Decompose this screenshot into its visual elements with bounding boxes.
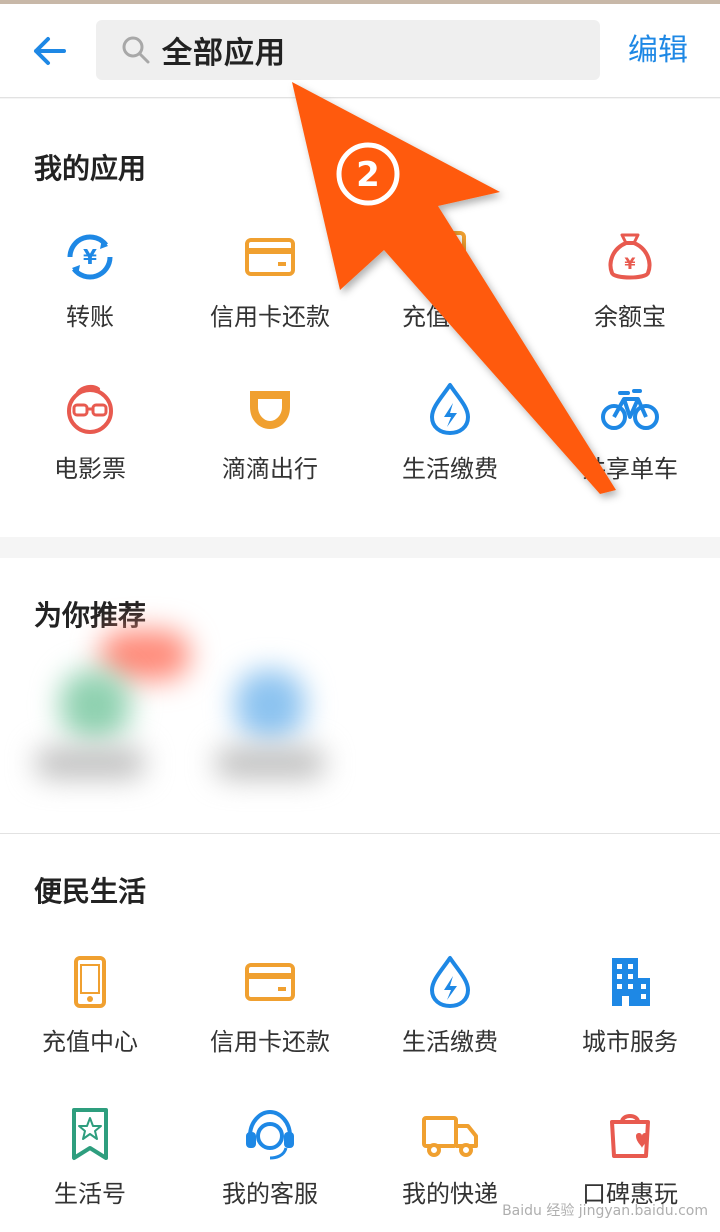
app-label: 充值中心 bbox=[42, 1028, 138, 1056]
blurred-app-icon bbox=[60, 670, 130, 740]
section-title-my-apps: 我的应用 bbox=[34, 152, 147, 185]
back-button[interactable] bbox=[24, 26, 74, 76]
search-icon bbox=[116, 30, 156, 70]
my-apps-section: 我的应用 ¥ 转账 信用卡还款 充值中心 ¥ 余额宝 电影票 滴滴出行 生活缴费… bbox=[0, 99, 720, 537]
app-label: 生活缴费 bbox=[402, 455, 498, 483]
app-item-life-account[interactable]: 生活号 bbox=[0, 1104, 180, 1232]
app-item-credit-card[interactable]: 信用卡还款 bbox=[180, 227, 360, 357]
app-label: 信用卡还款 bbox=[210, 303, 330, 331]
app-label: 城市服务 bbox=[582, 1028, 678, 1056]
header-bar: 全部应用 编辑 bbox=[0, 4, 720, 98]
app-item-credit-card-2[interactable]: 信用卡还款 bbox=[180, 952, 360, 1082]
search-input[interactable]: 全部应用 bbox=[96, 20, 600, 80]
credit-card-icon bbox=[240, 227, 300, 287]
movie-face-icon bbox=[60, 379, 120, 439]
bookmark-star-icon bbox=[60, 1104, 120, 1164]
convenience-section: 便民生活 充值中心 信用卡还款 生活缴费 城市服务 生活号 我的客服 我的快递 … bbox=[0, 834, 720, 1232]
app-label: 共享单车 bbox=[582, 455, 678, 483]
phone-icon bbox=[60, 952, 120, 1012]
app-label: 我的客服 bbox=[222, 1180, 318, 1208]
app-label: 电影票 bbox=[54, 455, 126, 483]
money-bag-icon: ¥ bbox=[600, 227, 660, 287]
didi-icon bbox=[240, 379, 300, 439]
watermark: Baidu 经验 jingyan.baidu.com bbox=[502, 1203, 708, 1219]
app-item-yuebao[interactable]: ¥ 余额宝 bbox=[540, 227, 720, 357]
app-item-transfer[interactable]: ¥ 转账 bbox=[0, 227, 180, 357]
credit-card-icon bbox=[240, 952, 300, 1012]
app-item-didi[interactable]: 滴滴出行 bbox=[180, 379, 360, 509]
headset-icon bbox=[240, 1104, 300, 1164]
transfer-icon: ¥ bbox=[60, 227, 120, 287]
blurred-recommend-items bbox=[0, 620, 380, 795]
section-title-convenience: 便民生活 bbox=[34, 875, 147, 908]
app-item-recharge-center[interactable]: 充值中心 bbox=[0, 952, 180, 1082]
app-label: 滴滴出行 bbox=[222, 455, 318, 483]
app-item-bike[interactable]: 共享单车 bbox=[540, 379, 720, 509]
water-drop-icon bbox=[420, 952, 480, 1012]
recharge-icon bbox=[420, 227, 480, 287]
bicycle-icon bbox=[600, 379, 660, 439]
shopping-bag-icon bbox=[600, 1104, 660, 1164]
app-item-city-service[interactable]: 城市服务 bbox=[540, 952, 720, 1082]
app-label: 余额宝 bbox=[594, 303, 666, 331]
edit-button[interactable]: 编辑 bbox=[612, 28, 704, 74]
search-text: 全部应用 bbox=[162, 36, 286, 71]
app-label: 充值中心 bbox=[402, 303, 498, 331]
back-arrow-icon bbox=[34, 37, 66, 65]
app-label: 生活缴费 bbox=[402, 1028, 498, 1056]
water-drop-icon bbox=[420, 379, 480, 439]
app-item-recharge[interactable]: 充值中心 bbox=[360, 227, 540, 357]
app-item-utility[interactable]: 生活缴费 bbox=[360, 379, 540, 509]
svg-text:¥: ¥ bbox=[624, 254, 635, 273]
blurred-app-label bbox=[35, 748, 145, 778]
app-item-movie[interactable]: 电影票 bbox=[0, 379, 180, 509]
truck-icon bbox=[420, 1104, 480, 1164]
building-icon bbox=[600, 952, 660, 1012]
blurred-app-icon bbox=[235, 670, 305, 740]
svg-text:¥: ¥ bbox=[83, 245, 97, 269]
app-label: 生活号 bbox=[54, 1180, 126, 1208]
app-label: 信用卡还款 bbox=[210, 1028, 330, 1056]
blurred-app-label bbox=[215, 748, 325, 778]
app-label: 转账 bbox=[66, 303, 114, 331]
app-item-utility-2[interactable]: 生活缴费 bbox=[360, 952, 540, 1082]
app-item-customer-service[interactable]: 我的客服 bbox=[180, 1104, 360, 1232]
